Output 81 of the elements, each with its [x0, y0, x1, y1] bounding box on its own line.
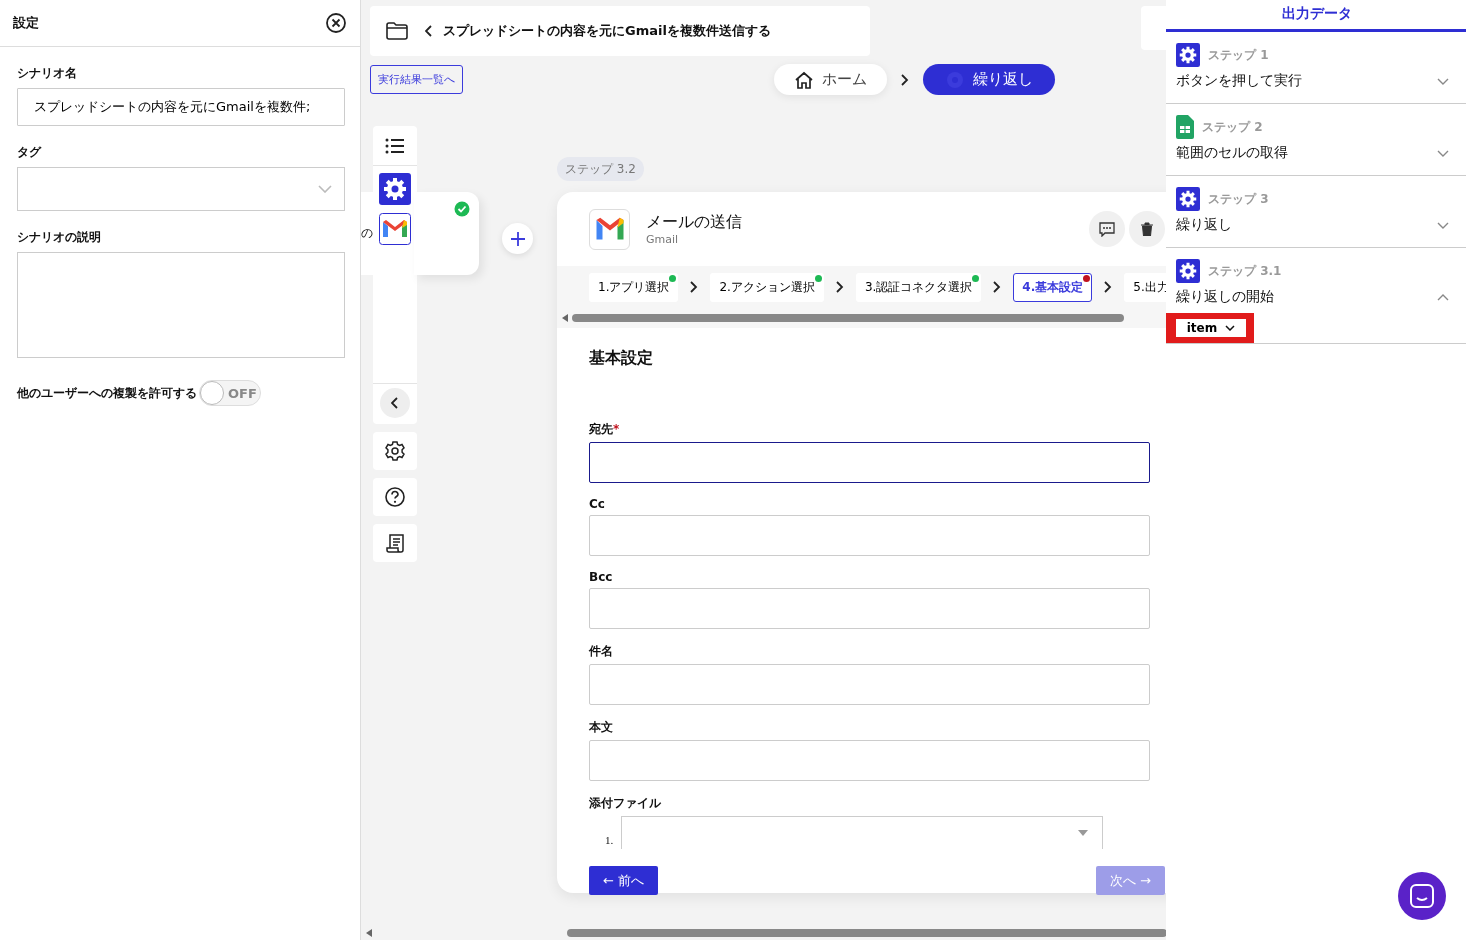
- settings-icon: [384, 440, 406, 462]
- chevron-down-icon: [1437, 221, 1449, 229]
- field-label: 宛先*: [589, 421, 621, 438]
- chevron-right-icon: [690, 281, 699, 293]
- step-badge: ステップ 3.2: [557, 157, 644, 181]
- description-field[interactable]: [17, 252, 345, 358]
- wizard-step-tab[interactable]: 2.アクション選択: [710, 272, 824, 302]
- chevron-down-icon: [1437, 149, 1449, 157]
- step-number: ステップ 3.1: [1208, 262, 1282, 280]
- scenario-name-field[interactable]: スプレッドシートの内容を元にGmailを複数件;: [17, 88, 345, 126]
- wizard-step-tab[interactable]: 5.出力: [1124, 272, 1166, 302]
- field-label: タグ: [17, 144, 43, 161]
- step-number: ステップ 2: [1202, 118, 1263, 136]
- field-label: 件名: [589, 643, 614, 660]
- step-header[interactable]: 範囲のセルの取得: [1176, 139, 1457, 167]
- toggle-label: 他のユーザーへの複製を許可する: [17, 384, 197, 402]
- comment-icon: [1099, 221, 1115, 237]
- panel-title: 設定: [13, 14, 39, 32]
- add-step-button[interactable]: [502, 223, 533, 254]
- plus-icon: [509, 230, 526, 247]
- chevron-right-icon: [835, 281, 844, 293]
- node-text: の: [361, 192, 373, 275]
- field-label: Bcc: [589, 570, 614, 584]
- field-label: 添付ファイル: [589, 795, 662, 812]
- gmail-logo-icon: [589, 208, 630, 250]
- folder-icon[interactable]: [385, 21, 409, 41]
- scrollbar-thumb[interactable]: [572, 314, 1124, 322]
- chevron-left-icon: [391, 397, 399, 409]
- wizard-step-tab[interactable]: 4.基本設定: [1013, 272, 1093, 302]
- delete-button[interactable]: [1129, 211, 1165, 247]
- list-number: 1.: [605, 834, 614, 846]
- results-link[interactable]: 実行結果一覧へ: [370, 65, 463, 94]
- scroll-left-icon[interactable]: [562, 314, 568, 322]
- chevron-down-icon: [318, 185, 332, 193]
- section-title: 基本設定: [589, 348, 654, 369]
- close-icon[interactable]: [325, 12, 347, 34]
- text-field[interactable]: [589, 442, 1150, 483]
- step-number: ステップ 3: [1208, 190, 1269, 208]
- previous-button[interactable]: ← 前へ: [589, 866, 659, 895]
- gmail-icon[interactable]: [379, 213, 411, 245]
- output-item[interactable]: item: [1176, 319, 1246, 337]
- step-header[interactable]: 繰り返し: [1176, 211, 1457, 239]
- current-crumb[interactable]: 繰り返し: [923, 64, 1055, 95]
- comment-button[interactable]: [1089, 211, 1125, 247]
- help-icon: [384, 486, 406, 508]
- settings-button[interactable]: [373, 432, 417, 470]
- chevron-right-icon: [1104, 281, 1113, 293]
- list-icon[interactable]: [385, 138, 405, 154]
- chevron-down-icon: [1437, 77, 1449, 85]
- dropdown-icon: [1078, 830, 1089, 836]
- scenario-title: スプレッドシートの内容を元にGmailを複数件送信する: [443, 22, 771, 40]
- field-label: シナリオの説明: [17, 229, 102, 246]
- home-crumb[interactable]: ホーム: [774, 64, 887, 95]
- log-button[interactable]: [373, 524, 417, 562]
- chat-icon: [1410, 884, 1434, 908]
- field-label: Cc: [589, 497, 606, 511]
- wizard-step-tab[interactable]: 1.アプリ選択: [589, 272, 679, 302]
- trash-icon: [1141, 222, 1153, 236]
- chevron-up-icon: [1437, 293, 1449, 301]
- wizard-step-tab[interactable]: 3.認証コネクタ選択: [855, 272, 982, 302]
- scrollbar-thumb[interactable]: [567, 929, 1166, 937]
- field-label: シナリオ名: [17, 65, 78, 82]
- output-tab[interactable]: 出力データ: [1166, 0, 1466, 32]
- chevron-right-icon: [993, 281, 1002, 293]
- step-header[interactable]: ボタンを押して実行: [1176, 67, 1457, 95]
- step-node[interactable]: [414, 192, 479, 275]
- chat-button[interactable]: [1398, 872, 1446, 920]
- help-button[interactable]: [373, 478, 417, 516]
- step-number: ステップ 1: [1208, 46, 1269, 64]
- app-name: Gmail: [646, 233, 680, 246]
- scroll-icon: [384, 532, 406, 554]
- field-label: 本文: [589, 719, 614, 736]
- card-title: メールの送信: [646, 212, 743, 233]
- collapse-button[interactable]: [380, 388, 410, 418]
- spreadsheet-icon: [1176, 115, 1194, 139]
- chevron-down-icon: [1225, 325, 1236, 331]
- chevron-right-icon: [901, 73, 909, 86]
- back-icon[interactable]: [425, 25, 433, 37]
- home-icon: [794, 70, 814, 89]
- step-header[interactable]: 繰り返しの開始: [1176, 283, 1457, 311]
- scroll-left-icon[interactable]: [366, 929, 372, 937]
